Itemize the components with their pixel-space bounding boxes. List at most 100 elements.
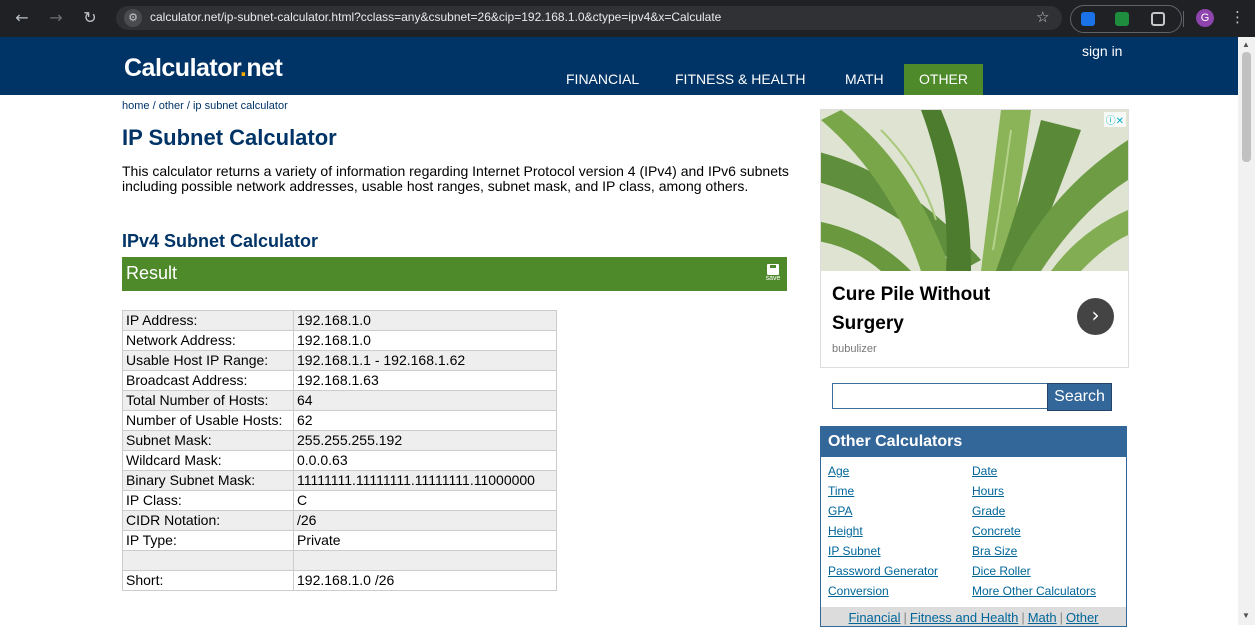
- extensions-group: [1070, 5, 1182, 33]
- calculator-link[interactable]: Dice Roller: [972, 564, 1031, 578]
- result-value: 255.255.255.192: [293, 430, 557, 451]
- result-key: Network Address:: [122, 330, 294, 351]
- nav-fitness-health[interactable]: FITNESS & HEALTH: [675, 64, 805, 95]
- table-row: CIDR Notation:/26: [122, 510, 557, 531]
- result-value: C: [293, 490, 557, 511]
- breadcrumb-home[interactable]: home: [122, 100, 150, 112]
- calculator-link[interactable]: Hours: [972, 484, 1004, 498]
- other-calculators-panel: Other Calculators Age Time GPA Height IP Sub…: [820, 426, 1127, 627]
- scroll-up-icon[interactable]: ▲: [1242, 40, 1250, 49]
- result-value: 64: [293, 390, 557, 411]
- forward-icon[interactable]: →: [46, 8, 66, 28]
- reload-icon[interactable]: ↻: [80, 8, 100, 28]
- sign-in-link[interactable]: sign in: [1082, 43, 1122, 59]
- extensions-puzzle-icon[interactable]: [1151, 12, 1165, 26]
- url-text[interactable]: calculator.net/ip-subnet-calculator.html…: [150, 10, 721, 24]
- breadcrumb: home / other / ip subnet calculator: [122, 100, 288, 112]
- calculator-link[interactable]: Time: [828, 484, 854, 498]
- profile-avatar[interactable]: G: [1196, 9, 1214, 27]
- table-row: Network Address: 192.168.1.0: [122, 330, 557, 351]
- calculator-link[interactable]: Date: [972, 464, 997, 478]
- calculator-link[interactable]: GPA: [828, 504, 852, 518]
- nav-financial[interactable]: FINANCIAL: [566, 64, 639, 95]
- ad-title[interactable]: Cure Pile Without Surgery: [832, 280, 1062, 338]
- logo-text: Calculator: [124, 54, 240, 82]
- calculator-link[interactable]: Concrete: [972, 524, 1021, 538]
- nav-math[interactable]: MATH: [845, 64, 884, 95]
- calculator-link[interactable]: Height: [828, 524, 863, 538]
- calculator-link[interactable]: Grade: [972, 504, 1005, 518]
- save-label: save: [765, 275, 781, 282]
- result-key: IP Class:: [122, 490, 294, 511]
- calculator-link[interactable]: IP Subnet: [828, 544, 881, 558]
- back-icon[interactable]: ←: [12, 8, 32, 28]
- toolbar-divider: [1183, 11, 1184, 27]
- table-row: Total Number of Hosts: 64: [122, 390, 557, 411]
- result-key: Subnet Mask:: [122, 430, 294, 451]
- footer-math[interactable]: Math: [1028, 610, 1057, 625]
- calculator-link[interactable]: Password Generator: [828, 564, 938, 578]
- browser-toolbar: ← → ↻ ⚙ calculator.net/ip-subnet-calcula…: [0, 0, 1255, 37]
- site-header: Calculator.net sign in FINANCIAL FITNESS…: [0, 37, 1238, 95]
- scroll-thumb[interactable]: [1242, 52, 1251, 162]
- breadcrumb-current[interactable]: ip subnet calculator: [193, 100, 288, 112]
- result-value: 192.168.1.63: [293, 370, 557, 391]
- table-row: Wildcard Mask: 0.0.0.63: [122, 450, 557, 471]
- result-value: 192.168.1.0 /26: [293, 570, 557, 591]
- result-value: Private: [293, 530, 557, 551]
- result-value: 192.168.1.0: [293, 330, 557, 351]
- extension-icon[interactable]: [1115, 12, 1129, 26]
- result-key: Total Number of Hosts:: [122, 390, 294, 411]
- floppy-disk-icon: [767, 264, 779, 275]
- section-title: IPv4 Subnet Calculator: [122, 231, 319, 251]
- page-title: IP Subnet Calculator: [122, 125, 337, 150]
- calculator-link[interactable]: More Other Calculators: [972, 584, 1096, 598]
- bookmark-star-icon[interactable]: ☆: [1036, 8, 1049, 26]
- result-key: Number of Usable Hosts:: [122, 410, 294, 431]
- chevron-right-icon[interactable]: ›: [1077, 298, 1114, 335]
- result-header: Result save: [122, 257, 787, 291]
- search-input[interactable]: [832, 383, 1048, 409]
- result-value: 192.168.1.0: [293, 310, 557, 331]
- nav-other[interactable]: OTHER: [904, 64, 983, 95]
- calculator-link[interactable]: Age: [828, 464, 849, 478]
- result-value: 192.168.1.1 - 192.168.1.62: [293, 350, 557, 371]
- scroll-down-icon[interactable]: ▼: [1242, 611, 1250, 620]
- result-key: [122, 550, 294, 571]
- browser-menu-icon[interactable]: ⋮: [1230, 8, 1245, 26]
- result-value: 0.0.0.63: [293, 450, 557, 471]
- footer-financial[interactable]: Financial: [848, 610, 900, 625]
- search-button[interactable]: Search: [1047, 383, 1112, 411]
- site-info-icon[interactable]: ⚙: [124, 9, 142, 27]
- footer-fitness-health[interactable]: Fitness and Health: [910, 610, 1018, 625]
- table-row: Binary Subnet Mask: 11111111.11111111.111…: [122, 470, 557, 491]
- calculator-link[interactable]: Conversion: [828, 584, 889, 598]
- result-key: Usable Host IP Range:: [122, 350, 294, 371]
- ad-choices-icon[interactable]: ⓘ✕: [1103, 112, 1126, 127]
- result-key: CIDR Notation:: [122, 510, 294, 531]
- table-row: Short: 192.168.1.0 /26: [122, 570, 557, 591]
- breadcrumb-other[interactable]: other: [159, 100, 184, 112]
- result-key: IP Address:: [122, 310, 294, 331]
- table-row: IP Address: 192.168.1.0: [122, 310, 557, 331]
- result-value: /26: [293, 510, 557, 531]
- intro-text: This calculator returns a variety of inf…: [122, 163, 789, 194]
- logo-tld: net: [246, 54, 283, 82]
- result-value: [293, 550, 557, 571]
- result-table: IP Address: 192.168.1.0 Network Address: 19…: [122, 310, 557, 591]
- address-bar[interactable]: ⚙ calculator.net/ip-subnet-calculator.ht…: [116, 6, 1062, 30]
- ad-image[interactable]: ⓘ✕: [821, 110, 1128, 271]
- result-key: IP Type:: [122, 530, 294, 551]
- other-calculators-title: Other Calculators: [821, 427, 1126, 457]
- advertisement[interactable]: ⓘ✕ Cure Pile Without Surgery bubulizer ›: [820, 109, 1129, 368]
- page-scrollbar[interactable]: ▲ ▼: [1238, 37, 1255, 625]
- calculator-link[interactable]: Bra Size: [972, 544, 1017, 558]
- table-row: IP Class: C: [122, 490, 557, 511]
- result-value: 62: [293, 410, 557, 431]
- extension-icon[interactable]: [1081, 12, 1095, 26]
- site-logo[interactable]: Calculator.net: [124, 54, 283, 83]
- category-links: Financial | Fitness and Health | Math | Other: [821, 607, 1126, 626]
- save-icon[interactable]: save: [765, 264, 781, 284]
- footer-other[interactable]: Other: [1066, 610, 1099, 625]
- ad-source: bubulizer: [832, 343, 877, 355]
